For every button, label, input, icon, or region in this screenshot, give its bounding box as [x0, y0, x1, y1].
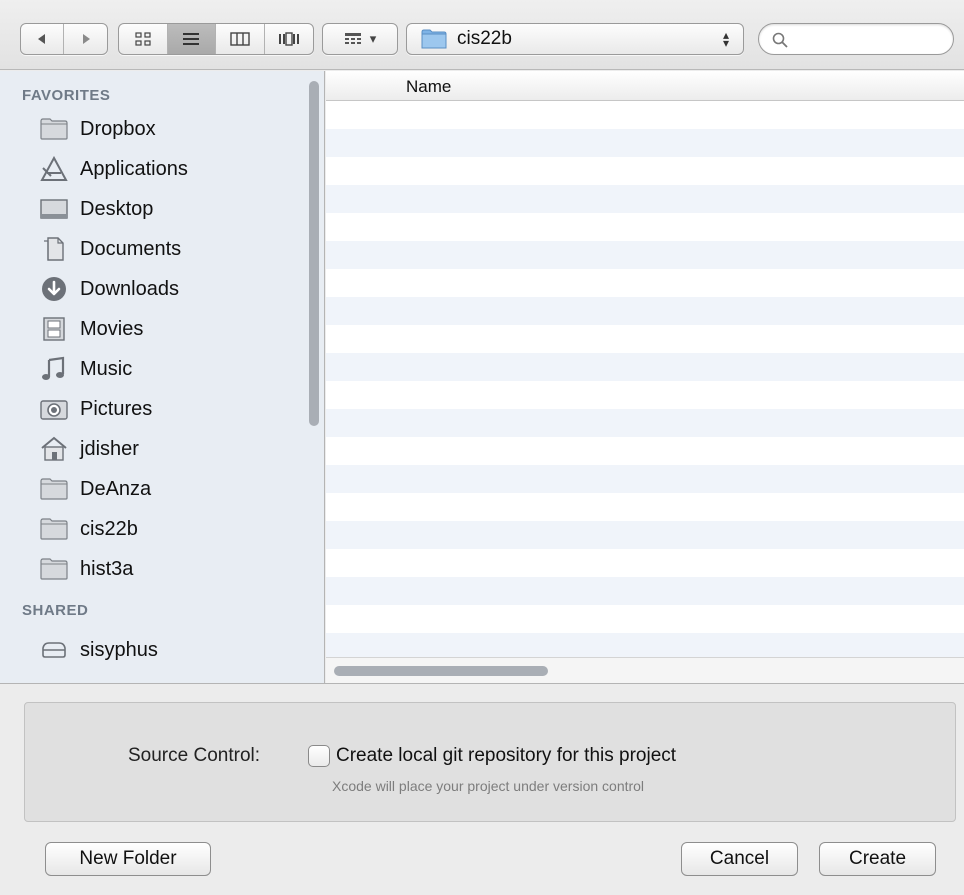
path-popup[interactable]: cis22b ▴ ▾ — [406, 23, 744, 55]
applications-icon — [38, 155, 70, 183]
sidebar-item-desktop[interactable]: Desktop — [38, 192, 298, 226]
git-repository-checkbox-label[interactable]: Create local git repository for this pro… — [336, 745, 676, 767]
horizontal-scrollbar-thumb[interactable] — [334, 666, 548, 676]
sidebar-item-label: Movies — [80, 317, 144, 340]
sidebar-item-label: Pictures — [80, 397, 153, 420]
chevron-down-icon: ▾ — [369, 31, 377, 46]
favorites-header: FAVORITES — [22, 87, 111, 104]
sidebar-scrollbar[interactable] — [309, 81, 319, 426]
new-folder-button[interactable]: New Folder — [45, 842, 211, 876]
search-input[interactable] — [795, 29, 945, 49]
search-field[interactable] — [758, 23, 954, 55]
folder-icon — [421, 29, 447, 49]
cancel-button[interactable]: Cancel — [681, 842, 798, 876]
source-control-hint: Xcode will place your project under vers… — [332, 778, 645, 794]
sidebar-item-label: hist3a — [80, 557, 134, 580]
coverflow-view-icon — [278, 32, 299, 46]
folder-icon — [38, 515, 70, 543]
icon-view-button[interactable] — [119, 24, 168, 54]
toolbar: ▾ cis22b ▴ ▾ — [0, 0, 964, 70]
column-header-name[interactable]: Name — [326, 71, 964, 101]
sidebar-item-downloads[interactable]: Downloads — [38, 272, 298, 306]
column-view-icon — [230, 32, 250, 46]
shared-header: SHARED — [22, 602, 89, 619]
sidebar-item-label: sisyphus — [80, 638, 158, 661]
back-arrow-icon — [38, 34, 45, 44]
music-icon — [38, 355, 70, 383]
back-forward-control — [20, 23, 108, 55]
back-button[interactable] — [21, 24, 65, 54]
create-button[interactable]: Create — [819, 842, 936, 876]
icon-view-icon — [135, 32, 151, 46]
forward-arrow-icon — [82, 34, 90, 44]
sidebar-item-hist3a[interactable]: hist3a — [38, 552, 298, 586]
list-view-icon — [183, 33, 200, 45]
file-list: Name — [326, 71, 964, 683]
sidebar-item-cis22b[interactable]: cis22b — [38, 512, 298, 546]
sidebar-item-jdisher[interactable]: jdisher — [38, 432, 298, 466]
path-popup-label: cis22b — [457, 28, 512, 49]
horizontal-scrollbar — [326, 657, 964, 683]
column-view-button[interactable] — [216, 24, 265, 54]
git-repository-checkbox[interactable] — [308, 745, 330, 767]
pictures-icon — [38, 395, 70, 423]
arrange-menu-button[interactable]: ▾ — [322, 23, 398, 55]
sidebar-item-label: jdisher — [80, 437, 139, 460]
documents-icon — [38, 235, 70, 263]
movies-icon — [38, 315, 70, 343]
sidebar-item-sisyphus[interactable]: sisyphus — [38, 633, 298, 667]
folder-icon — [38, 555, 70, 583]
dialog-footer: Source Control: Create local git reposit… — [0, 683, 964, 895]
sidebar-item-label: Dropbox — [80, 117, 156, 140]
forward-button[interactable] — [64, 24, 107, 54]
search-icon — [772, 32, 788, 48]
list-view-button[interactable] — [167, 24, 216, 54]
sidebar: FAVORITES Dropbox Applications Desktop D… — [0, 71, 325, 683]
column-header-label: Name — [406, 77, 452, 96]
sidebar-item-label: DeAnza — [80, 477, 152, 500]
sidebar-item-label: cis22b — [80, 517, 138, 540]
sidebar-item-label: Applications — [80, 157, 188, 180]
sidebar-item-applications[interactable]: Applications — [38, 152, 298, 186]
folder-icon — [38, 475, 70, 503]
desktop-icon — [38, 195, 70, 223]
sidebar-item-documents[interactable]: Documents — [38, 232, 298, 266]
folder-icon — [38, 115, 70, 143]
file-list-rows[interactable] — [326, 101, 964, 657]
network-drive-icon — [38, 636, 70, 664]
sidebar-item-deanza[interactable]: DeAnza — [38, 472, 298, 506]
downloads-icon — [38, 275, 70, 303]
view-mode-control — [118, 23, 314, 55]
source-control-label: Source Control: — [128, 745, 261, 766]
sidebar-item-pictures[interactable]: Pictures — [38, 392, 298, 426]
sidebar-item-dropbox[interactable]: Dropbox — [38, 112, 298, 146]
popup-arrows-icon: ▴ ▾ — [722, 28, 729, 50]
sidebar-item-label: Downloads — [80, 277, 179, 300]
sidebar-item-movies[interactable]: Movies — [38, 312, 298, 346]
coverflow-view-button[interactable] — [265, 24, 314, 54]
home-icon — [38, 435, 70, 463]
arrange-grid-icon — [344, 33, 361, 44]
source-control-panel: Source Control: Create local git reposit… — [24, 702, 956, 822]
sidebar-item-label: Documents — [80, 237, 182, 260]
sidebar-item-label: Music — [80, 357, 133, 380]
sidebar-item-music[interactable]: Music — [38, 352, 298, 386]
sidebar-item-label: Desktop — [80, 197, 154, 220]
